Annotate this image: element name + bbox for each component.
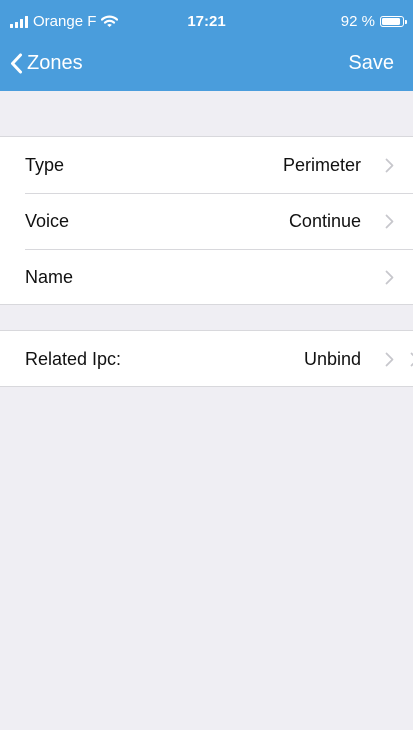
chevron-right-icon: [385, 270, 394, 285]
header: Orange F 17:21 92 % Zones Save: [0, 0, 413, 91]
name-row[interactable]: Name: [0, 249, 413, 305]
battery-cap: [405, 19, 407, 24]
related-ipc-group: Related Ipc: Unbind: [0, 330, 413, 387]
name-label: Name: [25, 267, 74, 287]
chevron-right-icon: [385, 158, 394, 173]
battery-percentage: 92 %: [340, 13, 375, 30]
chevron-left-icon: [11, 53, 22, 73]
navigation-bar: Zones Save: [0, 40, 413, 91]
type-label: Type: [25, 155, 65, 175]
related-ipc-label: Related Ipc:: [25, 349, 122, 369]
save-button[interactable]: Save: [348, 40, 394, 86]
type-row[interactable]: Type Perimeter: [0, 137, 413, 193]
chevron-right-icon: [385, 352, 394, 367]
related-ipc-value: Unbind: [303, 349, 361, 369]
related-ipc-row[interactable]: Related Ipc: Unbind: [0, 331, 413, 387]
battery-icon: [380, 16, 404, 27]
voice-row[interactable]: Voice Continue: [0, 193, 413, 249]
voice-value: Continue: [288, 211, 361, 231]
back-button-label: Zones: [27, 51, 83, 74]
status-right: 92 %: [341, 13, 407, 30]
back-button[interactable]: Zones: [10, 40, 83, 86]
chevron-right-icon: [385, 214, 394, 229]
type-value: Perimeter: [282, 155, 361, 175]
zone-settings-group: Type Perimeter Voice Continue Name: [0, 136, 413, 305]
battery-fill: [382, 18, 401, 25]
status-bar: Orange F 17:21 92 %: [0, 0, 413, 40]
voice-label: Voice: [25, 211, 70, 231]
